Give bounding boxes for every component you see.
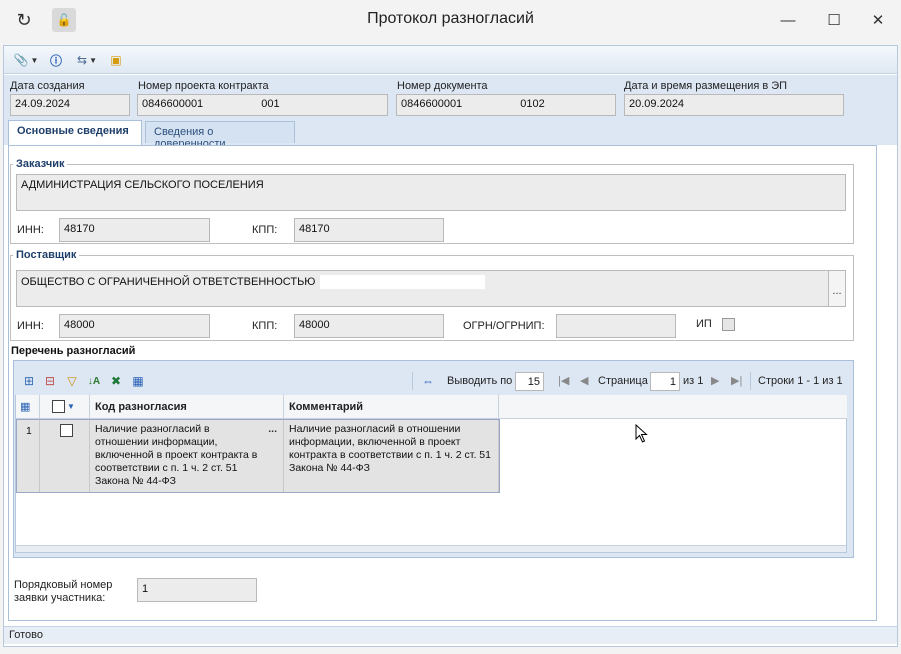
created-date-label: Дата создания bbox=[10, 80, 85, 92]
supplier-name-field[interactable]: ОБЩЕСТВО С ОГРАНИЧЕННОЙ ОТВЕТСТВЕННОСТЬЮ bbox=[16, 270, 829, 307]
disagreements-title: Перечень разногласий bbox=[11, 345, 136, 357]
grid-settings-icon[interactable]: ▦ bbox=[16, 395, 40, 419]
customer-kpp-field[interactable]: 48170 bbox=[294, 218, 444, 242]
page-input[interactable]: 1 bbox=[650, 372, 680, 391]
cell-comment[interactable]: Наличие разногласий в отношении информац… bbox=[284, 420, 499, 492]
last-page-icon[interactable]: ▶| bbox=[731, 374, 742, 387]
toolbar: 📎 ▼ ⓘ ⇆ ▼ ▣ bbox=[4, 46, 897, 74]
title-bar: ↻ 🔓 Протокол разногласий — ☐ ✕ bbox=[0, 0, 901, 40]
close-button[interactable]: ✕ bbox=[864, 6, 892, 34]
status-bar: Готово bbox=[4, 626, 897, 644]
select-all-checkbox[interactable] bbox=[52, 400, 65, 413]
add-row-icon[interactable]: ⊞ bbox=[21, 373, 37, 389]
code-select-button[interactable]: ... bbox=[268, 423, 277, 436]
row-select-cell[interactable] bbox=[40, 420, 90, 492]
column-header-code[interactable]: Код разногласия bbox=[90, 395, 284, 419]
supplier-ip-label: ИП bbox=[696, 318, 712, 330]
placement-date-field[interactable]: 20.09.2024 bbox=[624, 94, 844, 116]
maximize-button[interactable]: ☐ bbox=[820, 6, 848, 34]
row-number: 1 bbox=[16, 420, 40, 492]
supplier-inn-field[interactable]: 48000 bbox=[59, 314, 210, 338]
customer-title: Заказчик bbox=[13, 158, 68, 170]
page-label: Страница bbox=[598, 375, 648, 387]
row-checkbox[interactable] bbox=[60, 424, 73, 437]
chevron-down-icon: ▼ bbox=[89, 55, 97, 65]
document-number-field[interactable]: 0846600001 0102 bbox=[396, 94, 616, 116]
next-page-icon[interactable]: ▶ bbox=[711, 374, 719, 387]
select-all-header[interactable]: ▼ bbox=[40, 395, 90, 419]
minimize-button[interactable]: — bbox=[774, 6, 802, 34]
chevron-down-icon: ▼ bbox=[67, 402, 75, 412]
customer-inn-label: ИНН: bbox=[17, 224, 44, 236]
mouse-cursor-icon bbox=[635, 424, 648, 443]
contract-number-label: Номер проекта контракта bbox=[138, 80, 269, 92]
tab-main-info[interactable]: Основные сведения bbox=[8, 120, 142, 145]
supplier-title: Поставщик bbox=[13, 249, 80, 261]
export-icon: ▣ bbox=[110, 53, 122, 67]
column-header-comment[interactable]: Комментарий bbox=[284, 395, 499, 419]
supplier-inn-label: ИНН: bbox=[17, 320, 44, 332]
link-icon: ⇆ bbox=[77, 53, 88, 67]
created-date-field[interactable]: 24.09.2024 bbox=[10, 94, 130, 116]
supplier-kpp-label: КПП: bbox=[252, 320, 278, 332]
delete-row-icon[interactable]: ⊟ bbox=[42, 373, 58, 389]
customer-kpp-label: КПП: bbox=[252, 224, 278, 236]
page-size-input[interactable]: 15 bbox=[515, 372, 544, 391]
window-title: Протокол разногласий bbox=[367, 10, 534, 27]
first-page-icon[interactable]: |◀ bbox=[558, 374, 569, 387]
customer-inn-field[interactable]: 48170 bbox=[59, 218, 210, 242]
supplier-ogrn-field[interactable] bbox=[556, 314, 676, 338]
supplier-ip-checkbox[interactable] bbox=[722, 318, 735, 331]
info-icon: ⓘ bbox=[49, 53, 62, 68]
document-number-label: Номер документа bbox=[397, 80, 488, 92]
supplier-select-button[interactable]: ... bbox=[829, 270, 846, 307]
toolbar-divider bbox=[412, 372, 413, 390]
tab-power-of-attorney[interactable]: Сведения о доверенности bbox=[145, 121, 295, 150]
excel-export-icon[interactable]: ✖ bbox=[108, 373, 124, 389]
contract-number-field[interactable]: 0846600001 001 bbox=[137, 94, 388, 116]
toolbar-divider bbox=[750, 372, 751, 390]
filter-icon[interactable]: ▽ bbox=[64, 373, 80, 389]
fit-columns-icon[interactable]: ⇔ bbox=[420, 373, 436, 389]
supplier-ogrn-label: ОГРН/ОГРНИП: bbox=[463, 320, 545, 332]
ordinal-field[interactable]: 1 bbox=[137, 578, 257, 602]
ordinal-label: Порядковый номер заявки участника: bbox=[14, 579, 113, 604]
chevron-down-icon: ▼ bbox=[30, 55, 39, 65]
supplier-kpp-field[interactable]: 48000 bbox=[294, 314, 444, 338]
cell-code-text: Наличие разногласий в отношении информац… bbox=[95, 423, 258, 487]
sort-icon[interactable]: ↓A bbox=[86, 373, 102, 389]
page-size-label: Выводить по bbox=[447, 375, 513, 387]
info-button[interactable]: ⓘ bbox=[48, 51, 64, 69]
cell-code[interactable]: Наличие разногласий в отношении информац… bbox=[90, 420, 284, 492]
export-button[interactable]: ▣ bbox=[108, 51, 124, 69]
placement-date-label: Дата и время размещения в ЭП bbox=[624, 80, 788, 92]
column-header-empty bbox=[499, 395, 847, 419]
attach-button[interactable]: 📎 ▼ bbox=[12, 51, 40, 69]
rows-info: Строки 1 - 1 из 1 bbox=[758, 375, 843, 387]
table-settings-icon[interactable]: ▦ bbox=[130, 373, 146, 389]
link-button[interactable]: ⇆ ▼ bbox=[70, 51, 104, 69]
prev-page-icon[interactable]: ◀ bbox=[580, 374, 588, 387]
attach-icon: 📎 bbox=[13, 53, 29, 67]
grid-scrollbar[interactable] bbox=[16, 545, 846, 552]
supplier-name-text: ОБЩЕСТВО С ОГРАНИЧЕННОЙ ОТВЕТСТВЕННОСТЬЮ bbox=[21, 275, 316, 288]
page-of-label: из 1 bbox=[683, 375, 704, 387]
redacted-block bbox=[320, 275, 486, 289]
customer-name-field[interactable]: АДМИНИСТРАЦИЯ СЕЛЬСКОГО ПОСЕЛЕНИЯ bbox=[16, 174, 846, 211]
